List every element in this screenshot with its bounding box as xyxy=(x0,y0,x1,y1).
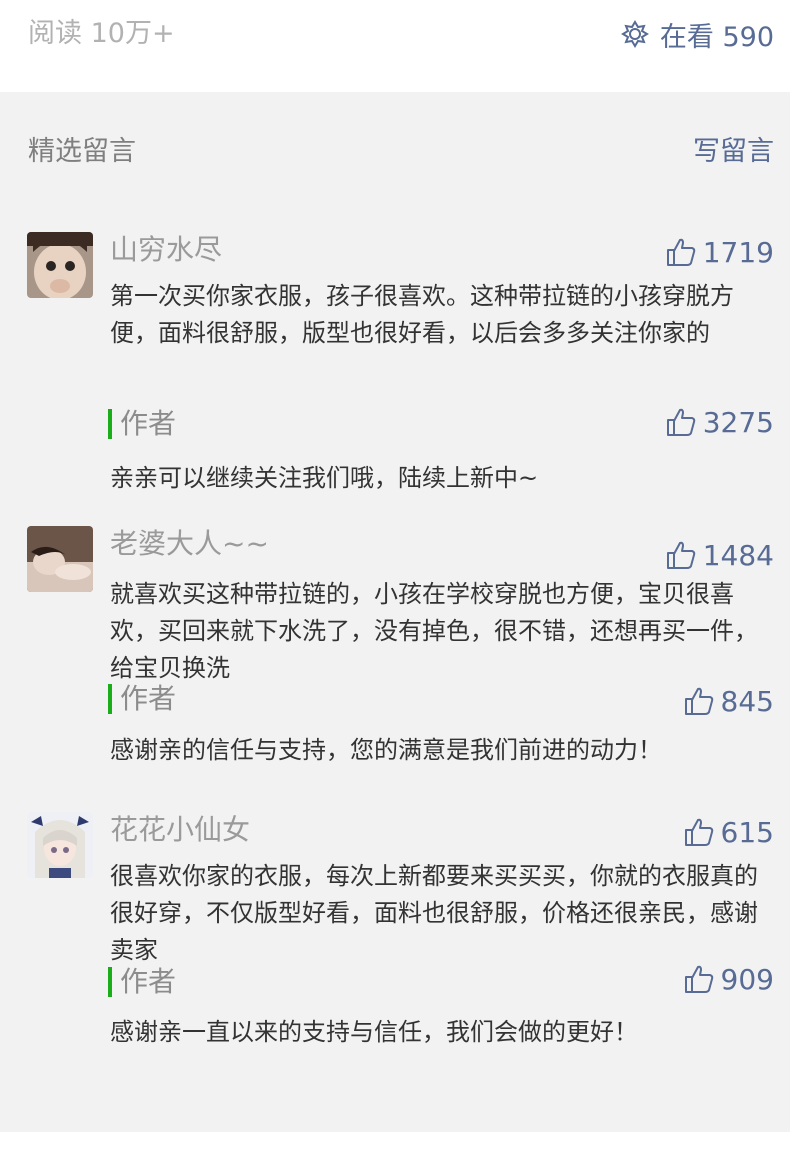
thumbs-up-icon xyxy=(684,965,713,993)
article-footer-bar: 阅读 10万+ 在看 590 xyxy=(0,0,790,92)
comment-nickname: 花花小仙女 xyxy=(110,813,251,846)
section-title: 精选留言 xyxy=(28,136,136,167)
author-label: 作者 xyxy=(120,407,177,440)
author-label: 作者 xyxy=(120,965,177,998)
reply-like-count: 909 xyxy=(720,962,774,996)
reply-like-button[interactable]: 3275 xyxy=(665,402,774,442)
thumbs-up-icon xyxy=(684,687,713,715)
author-bar xyxy=(108,684,112,714)
like-count: 1719 xyxy=(702,235,774,269)
reply-like-count: 3275 xyxy=(702,405,774,439)
comment-nickname: 老婆大人~~ xyxy=(110,527,269,560)
author-reply-text: 感谢亲的信任与支持，您的满意是我们前进的动力！ xyxy=(110,736,662,764)
author-bar xyxy=(108,967,112,997)
thumbs-up-icon xyxy=(666,541,695,569)
comment-content: 就喜欢买这种带拉链的，小孩在学校穿脱也方便，宝贝很喜欢，买回来就下水洗了，没有掉… xyxy=(110,580,758,682)
watching-label: 在看 590 xyxy=(659,21,774,53)
like-button[interactable]: 1719 xyxy=(665,232,774,272)
read-count: 阅读 10万+ xyxy=(28,18,175,49)
author-label: 作者 xyxy=(120,682,177,715)
author-reply-tag: 作者 xyxy=(108,965,176,999)
author-reply-text: 感谢亲一直以来的支持与信任，我们会做的更好！ xyxy=(110,1018,638,1046)
thumbs-up-icon xyxy=(666,408,695,436)
comment-content: 很喜欢你家的衣服，每次上新都要来买买买，你就的衣服真的很好穿，不仅版型好看，面料… xyxy=(110,862,758,964)
avatar[interactable] xyxy=(27,232,93,298)
wow-flower-icon xyxy=(620,20,649,48)
thumbs-up-icon xyxy=(684,818,713,846)
author-reply-tag: 作者 xyxy=(108,682,176,716)
comment-nickname: 山穷水尽 xyxy=(110,233,223,266)
thumbs-up-icon xyxy=(666,238,695,266)
write-comment-button[interactable]: 写留言 xyxy=(693,130,774,174)
comment-content: 第一次买你家衣服，孩子很喜欢。这种带拉链的小孩穿脱方便，面料很舒服，版型也很好看… xyxy=(110,282,734,347)
comments-header: 精选留言 写留言 xyxy=(0,130,790,174)
page-bottom xyxy=(0,1132,790,1160)
author-reply-tag: 作者 xyxy=(108,407,176,441)
reply-like-button[interactable]: 909 xyxy=(683,959,774,999)
like-button[interactable]: 615 xyxy=(683,812,774,852)
watching-button[interactable]: 在看 590 xyxy=(620,16,774,53)
like-button[interactable]: 1484 xyxy=(665,535,774,575)
avatar[interactable] xyxy=(27,812,93,878)
reply-like-button[interactable]: 845 xyxy=(683,681,774,721)
author-reply-text: 亲亲可以继续关注我们哦，陆续上新中~ xyxy=(110,464,539,492)
like-count: 615 xyxy=(720,815,774,849)
avatar[interactable] xyxy=(27,526,93,592)
reply-like-count: 845 xyxy=(720,684,774,718)
author-bar xyxy=(108,409,112,439)
like-count: 1484 xyxy=(702,538,774,572)
